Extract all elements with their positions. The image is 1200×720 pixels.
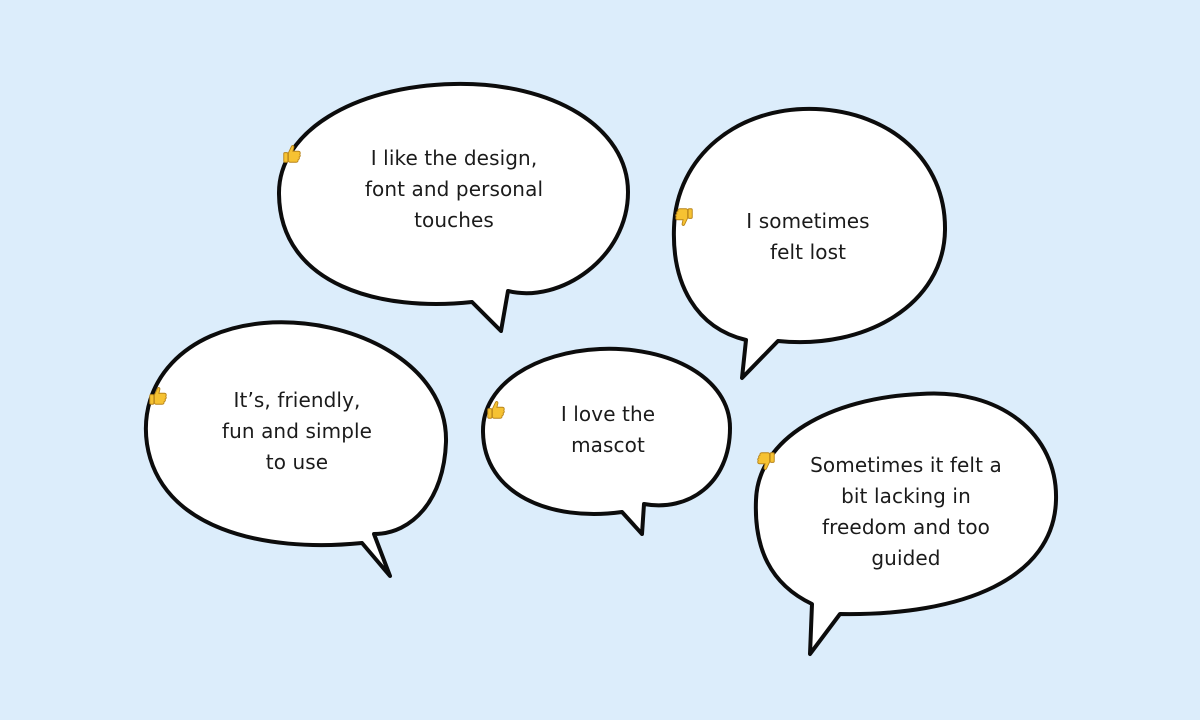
thumbs-up-icon: [487, 401, 505, 419]
bubble-text: It’s, friendly, fun and simple to use: [142, 385, 452, 478]
bubble-line: bit lacking in: [841, 484, 971, 508]
bubble-line-text: felt lost: [769, 240, 847, 264]
bubble-line: to use: [142, 387, 452, 478]
speech-bubble-mascot: I love the mascot: [480, 344, 736, 538]
thumbs-up-icon: [283, 145, 301, 163]
bubble-text: I love the mascot: [480, 399, 736, 461]
bubble-line: It’s, friendly,: [233, 388, 361, 412]
bubble-text: I sometimes felt lost: [668, 206, 948, 268]
bubble-line: I love the: [560, 402, 656, 426]
speech-bubble-freedom: Sometimes it felt a bit lacking in freed…: [750, 388, 1062, 658]
speech-bubble-design: I like the design, font and personal tou…: [276, 80, 632, 336]
bubble-text: I like the design, font and personal tou…: [276, 143, 632, 236]
thumbs-down-icon: [757, 452, 775, 470]
bubble-line: I sometimes: [746, 209, 870, 233]
bubble-line: guided: [750, 452, 1062, 574]
bubble-line-text: to use: [265, 450, 329, 474]
speech-bubble-lost: I sometimes felt lost: [668, 104, 948, 380]
bubble-line: touches: [276, 145, 632, 236]
bubble-line: freedom and too: [821, 515, 990, 539]
bubble-line: I like the design,: [370, 146, 538, 170]
bubble-text: Sometimes it felt a bit lacking in freed…: [750, 450, 1062, 574]
thumbs-up-icon: [149, 387, 167, 405]
bubble-line: felt lost: [668, 208, 948, 268]
bubble-line-text: mascot: [571, 433, 645, 457]
feedback-board: I like the design, font and personal tou…: [0, 0, 1200, 720]
bubble-line: fun and simple: [221, 419, 373, 443]
bubble-line: mascot: [480, 401, 736, 461]
bubble-line: font and personal: [364, 177, 544, 201]
bubble-line: Sometimes it felt a: [810, 453, 1002, 477]
bubble-line-text: touches: [414, 208, 494, 232]
thumbs-down-icon: [675, 208, 693, 226]
bubble-line-text: guided: [871, 546, 941, 570]
speech-bubble-friendly: It’s, friendly, fun and simple to use: [142, 318, 452, 580]
